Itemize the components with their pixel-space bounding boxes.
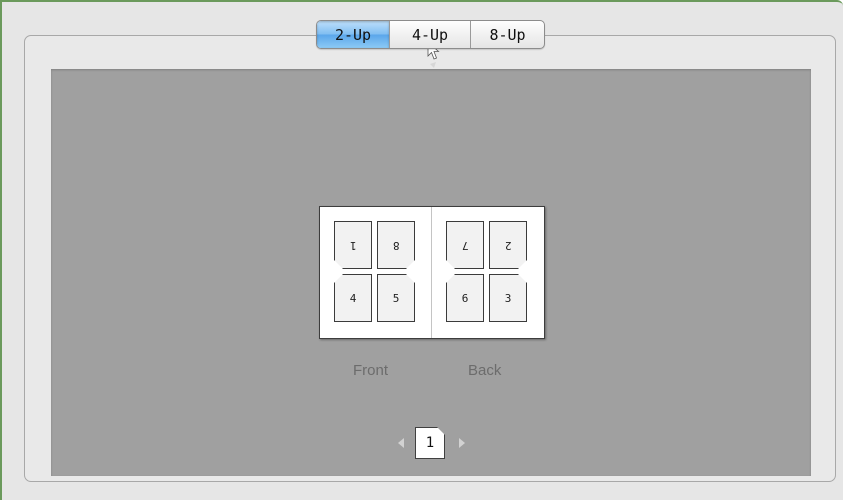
layout-preview-area: 1 8 4 5 7 2 6 3 Front Back 1 — [51, 69, 811, 476]
front-page-1: 1 — [334, 221, 372, 269]
back-page-6: 6 — [446, 274, 484, 322]
front-page-4: 4 — [334, 274, 372, 322]
page-navigator: 1 — [393, 427, 473, 461]
segment-8-up[interactable]: 8-Up — [470, 21, 544, 48]
current-page-number: 1 — [425, 435, 435, 451]
arrow-right-icon[interactable] — [459, 438, 465, 448]
layout-segmented-control[interactable]: 2-Up 4-Up 8-Up — [316, 20, 545, 49]
fold-line — [431, 207, 432, 338]
segment-4-up[interactable]: 4-Up — [389, 21, 470, 48]
back-page-7: 7 — [446, 221, 484, 269]
print-options-panel: 2-Up 4-Up 8-Up 1 8 4 5 7 2 6 3 Front Bac… — [0, 0, 843, 500]
back-page-2: 2 — [489, 221, 527, 269]
sheet-preview: 1 8 4 5 7 2 6 3 — [319, 206, 545, 339]
page-icon: 1 — [415, 427, 445, 459]
front-page-5: 5 — [377, 274, 415, 322]
front-label: Front — [353, 362, 389, 379]
arrow-left-icon[interactable] — [398, 438, 404, 448]
front-page-8: 8 — [377, 221, 415, 269]
segment-2-up[interactable]: 2-Up — [317, 21, 389, 48]
back-page-3: 3 — [489, 274, 527, 322]
back-label: Back — [468, 362, 502, 379]
